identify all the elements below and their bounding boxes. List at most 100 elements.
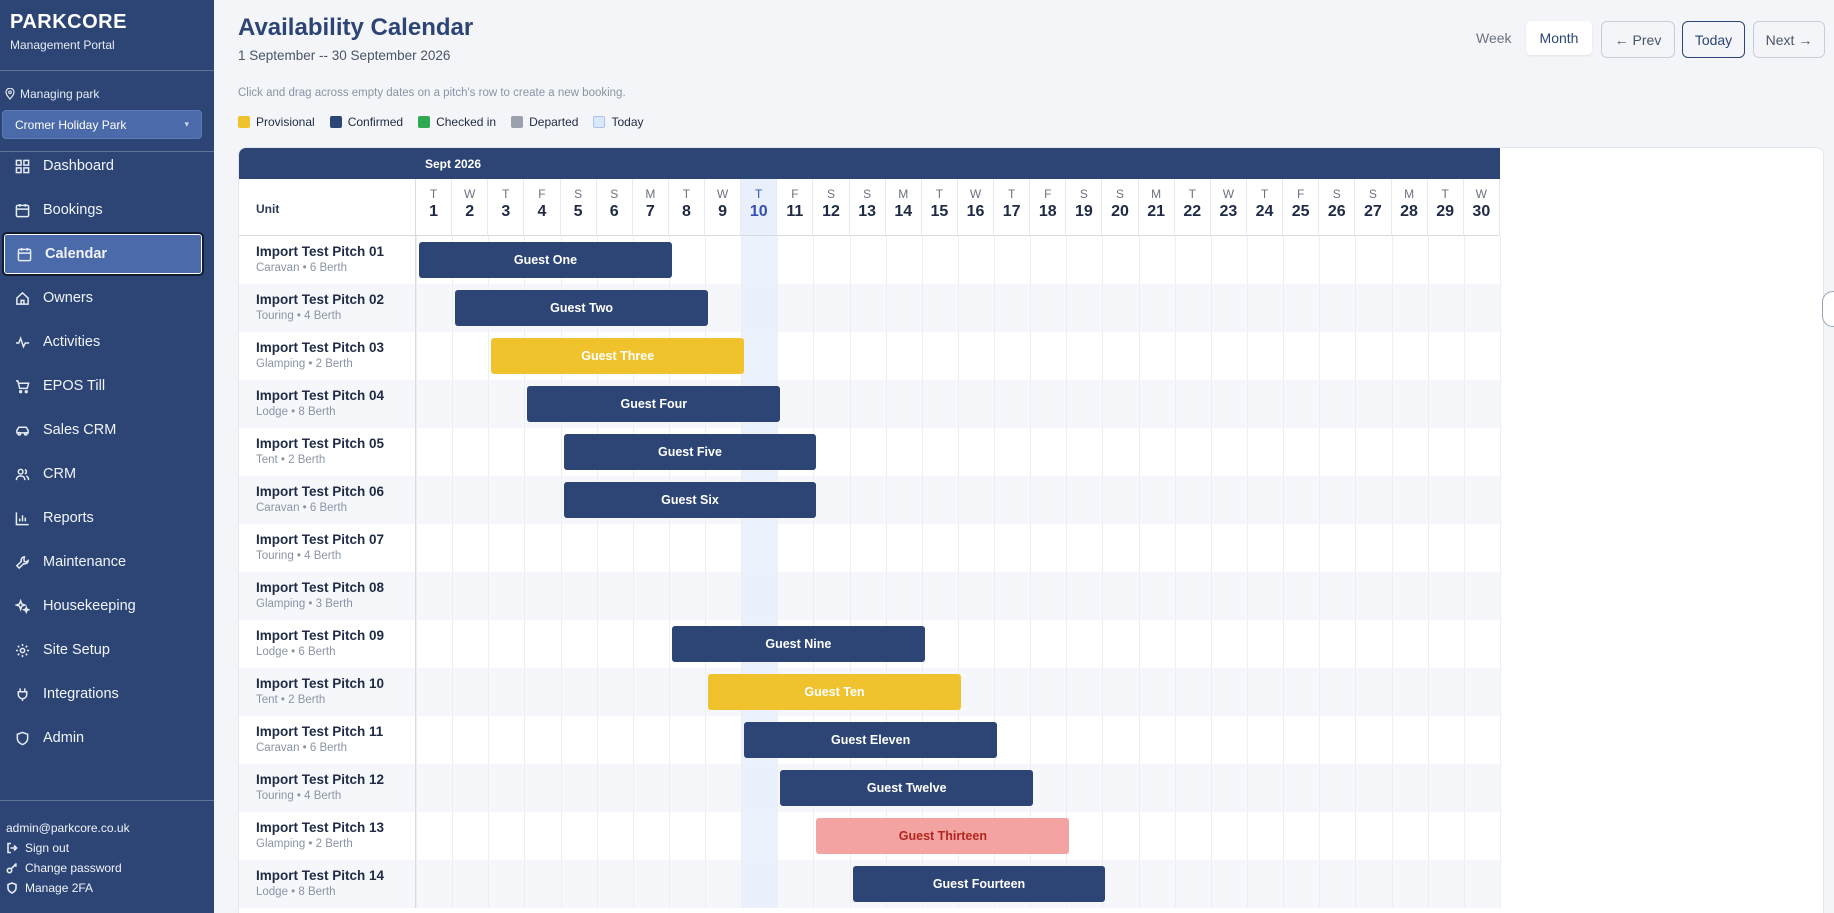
app-subtitle: Management Portal [10, 38, 115, 52]
calendar-row[interactable] [239, 524, 1500, 572]
change-password-link[interactable]: Change password [6, 858, 130, 878]
sidebar-item-label: Owners [43, 290, 93, 306]
calendar-row[interactable] [239, 572, 1500, 620]
day-letter: S [1079, 187, 1088, 201]
prev-button[interactable]: ← Prev [1601, 21, 1675, 58]
sign-out-label: Sign out [25, 841, 70, 855]
day-letter: S [826, 187, 835, 201]
grid-line [488, 236, 490, 908]
sidebar-item-integrations[interactable]: Integrations [0, 672, 214, 716]
day-header: S 13 [849, 179, 886, 236]
map-pin-icon [5, 88, 15, 100]
booking-bar-confirmed[interactable]: Guest Eleven [744, 722, 998, 758]
park-select[interactable]: Cromer Holiday Park ▾ [2, 110, 202, 139]
calendar-row[interactable] [239, 332, 1500, 380]
unit-cell: Import Test Pitch 03 Glamping • 2 Berth [239, 332, 416, 380]
grid-line [1319, 236, 1321, 908]
sign-out-link[interactable]: Sign out [6, 838, 130, 858]
day-header: T 29 [1427, 179, 1464, 236]
day-number: 17 [1002, 203, 1021, 220]
booking-bar-cancelled[interactable]: Guest Thirteen [816, 818, 1070, 854]
calendar-row[interactable] [239, 380, 1500, 428]
sidebar-item-activities[interactable]: Activities [0, 320, 214, 364]
grid-line [957, 236, 959, 908]
day-letter: T [1260, 187, 1269, 201]
booking-bar-confirmed[interactable]: Guest Five [563, 434, 817, 470]
booking-bar-provisional[interactable]: Guest Ten [708, 674, 961, 710]
sidebar-divider [0, 70, 214, 71]
day-number: 6 [609, 203, 619, 220]
sidebar-item-owners[interactable]: Owners [0, 276, 214, 320]
day-header: T8 [668, 179, 706, 236]
unit-name: Import Test Pitch 03 [256, 340, 385, 355]
legend-item-confirmed: Confirmed [329, 115, 403, 129]
user-email: admin@parkcore.co.uk [6, 821, 130, 835]
sidebar-item-admin[interactable]: Admin [0, 716, 214, 760]
sidebar-item-label: EPOS Till [43, 378, 106, 394]
sidebar-item-label: Sales CRM [43, 422, 117, 438]
today-column-highlight [741, 236, 778, 908]
day-number: 22 [1183, 203, 1202, 220]
sidebar-item-bookings[interactable]: Bookings [0, 188, 214, 232]
booking-bar-confirmed[interactable]: Guest Fourteen [852, 866, 1106, 902]
grid-line [849, 236, 851, 908]
legend-swatch [593, 116, 606, 128]
booking-bar-confirmed[interactable]: Guest Four [527, 386, 781, 422]
unit-meta: Glamping • 3 Berth [256, 598, 353, 610]
month-view-button[interactable]: Month [1525, 21, 1593, 55]
day-header: S 12 [813, 179, 850, 236]
day-letter: S [574, 187, 583, 201]
sidebar-item-calendar[interactable]: Calendar [2, 232, 204, 276]
calendar-row[interactable] [239, 428, 1500, 476]
home-icon [14, 290, 30, 306]
sidebar-item-maintenance[interactable]: Maintenance [0, 540, 214, 584]
grid-line [921, 236, 923, 908]
unit-name: Import Test Pitch 09 [256, 628, 385, 643]
sidebar: PARKCORE Management Portal Managing park… [0, 0, 214, 913]
sidebar-item-crm[interactable]: CRM [0, 452, 214, 496]
unit-cell: Import Test Pitch 01 Caravan • 6 Berth [239, 236, 416, 284]
legend-item-provisional: Provisional [238, 115, 315, 129]
sidebar-item-housekeeping[interactable]: Housekeeping [0, 584, 214, 628]
gear-icon [14, 642, 30, 658]
month-label: Sept 2026 [425, 157, 482, 171]
day-header: S 19 [1066, 179, 1103, 236]
calendar-row[interactable] [239, 284, 1500, 332]
booking-bar-confirmed[interactable]: Guest Nine [671, 626, 925, 662]
grid-line [1102, 236, 1104, 908]
sparkle-icon [14, 598, 30, 614]
sidebar-item-label: Activities [43, 334, 101, 350]
managing-park-label: Managing park [5, 87, 99, 101]
legend-item-checked-in: Checked in [418, 115, 496, 129]
sidebar-item-sales-crm[interactable]: Sales CRM [0, 408, 214, 452]
sidebar-item-epos-till[interactable]: EPOS Till [0, 364, 214, 408]
grid-icon [14, 158, 30, 174]
day-header: W 30 [1463, 179, 1500, 236]
booking-bar-confirmed[interactable]: Guest Six [563, 482, 817, 518]
day-letter: F [538, 187, 546, 201]
booking-bar-confirmed[interactable]: Guest Two [455, 290, 709, 326]
week-view-button[interactable]: Week [1468, 24, 1520, 52]
day-number: 5 [573, 203, 583, 220]
date-range: 1 September -- 30 September 2026 [238, 48, 451, 63]
booking-bar-confirmed[interactable]: Guest Twelve [780, 770, 1034, 806]
day-header: S 26 [1319, 179, 1356, 236]
sidebar-item-reports[interactable]: Reports [0, 496, 214, 540]
manage-2fa-link[interactable]: Manage 2FA [6, 878, 130, 898]
chevron-down-icon: ▾ [184, 119, 189, 129]
grid-line [1174, 236, 1176, 908]
today-button[interactable]: Today [1682, 21, 1745, 58]
booking-bar-confirmed[interactable]: Guest One [419, 242, 672, 278]
sidebar-item-site-setup[interactable]: Site Setup [0, 628, 214, 672]
day-number: 3 [501, 203, 511, 220]
day-number: 30 [1472, 203, 1491, 220]
day-letter: W [716, 187, 729, 201]
day-header: M 14 [885, 179, 922, 236]
next-button[interactable]: Next → [1753, 21, 1825, 58]
booking-bar-provisional[interactable]: Guest Three [491, 338, 745, 374]
sidebar-item-label: Calendar [45, 246, 108, 262]
calendar-row[interactable] [239, 476, 1500, 524]
sidebar-item-label: Admin [43, 730, 85, 746]
sidebar-item-dashboard[interactable]: Dashboard [0, 144, 214, 188]
scroll-handle[interactable] [1822, 291, 1834, 327]
